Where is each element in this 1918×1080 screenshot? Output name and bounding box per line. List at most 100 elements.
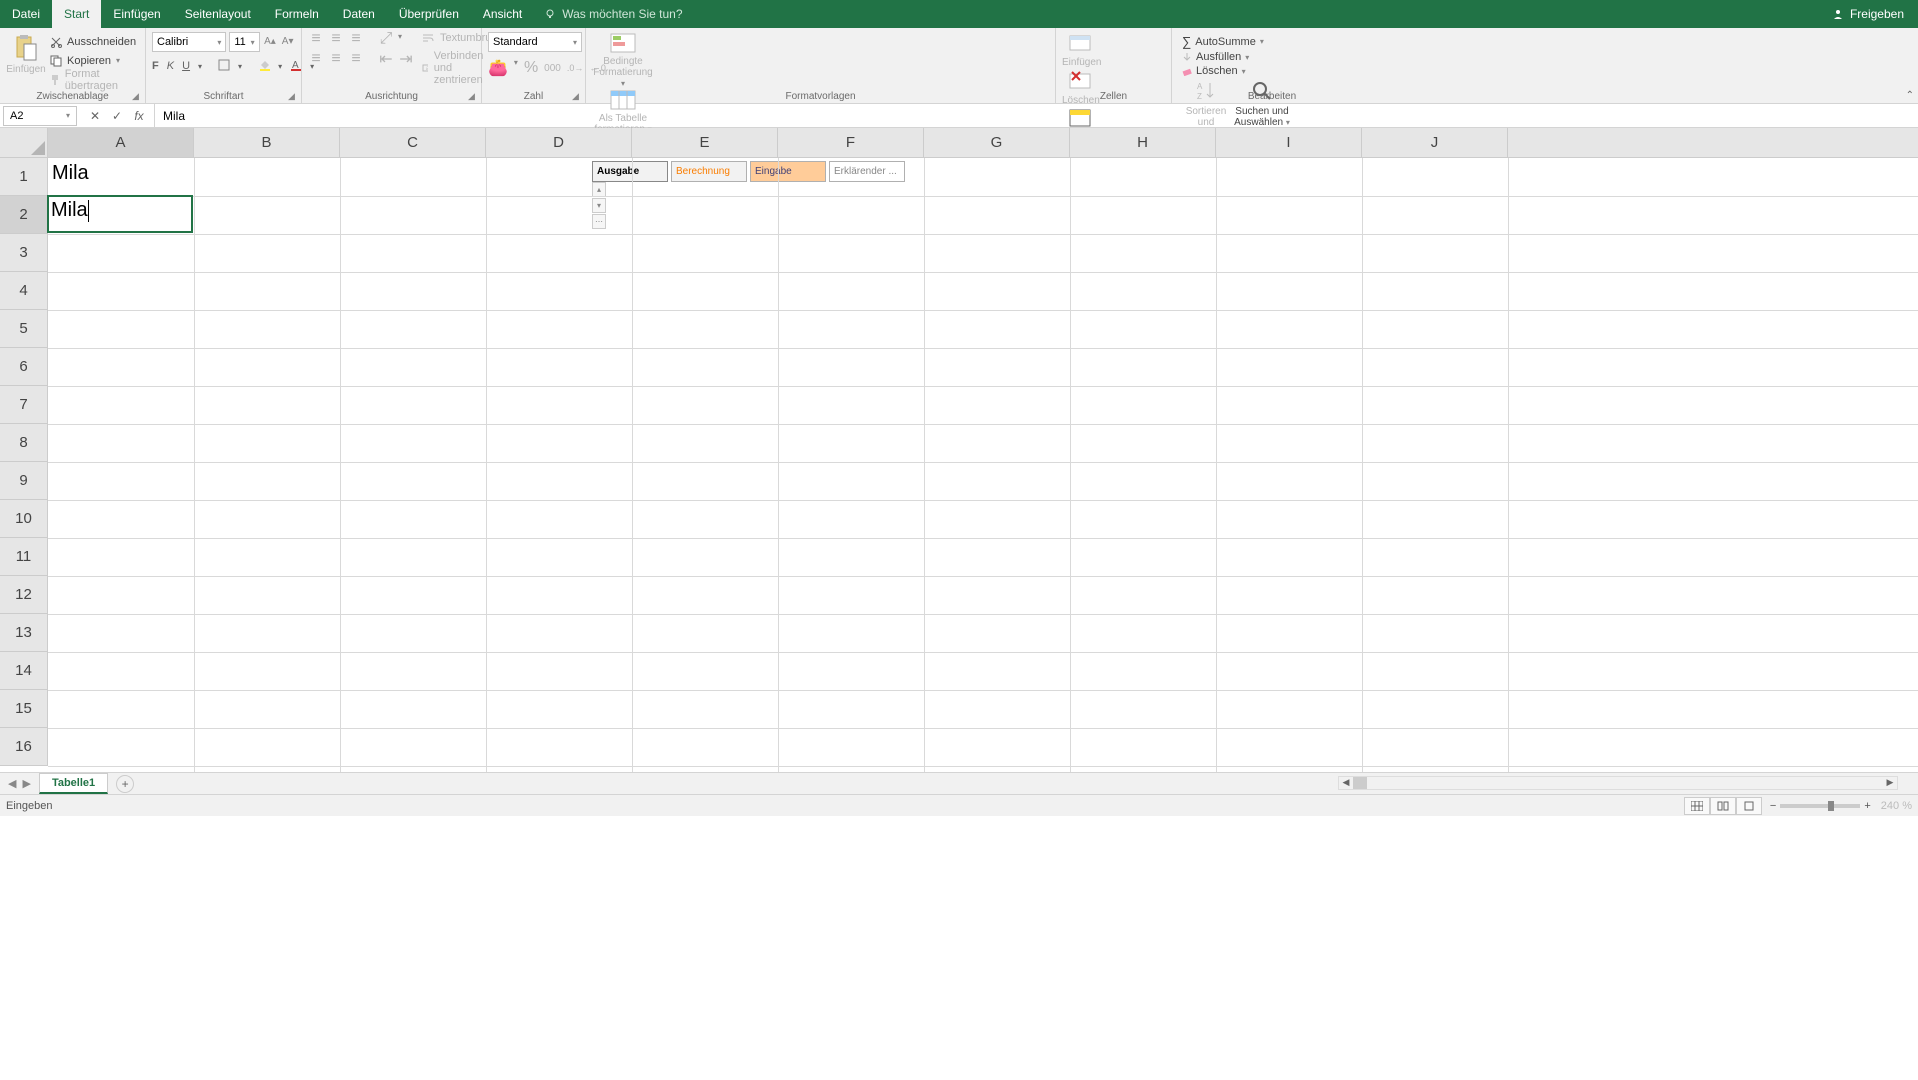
clear-button[interactable]: Löschen ▾ (1182, 65, 1362, 77)
tab-ansicht[interactable]: Ansicht (471, 0, 534, 28)
accounting-format-button[interactable]: 👛 (488, 58, 508, 78)
row-header-14[interactable]: 14 (0, 652, 47, 690)
view-page-layout-button[interactable] (1710, 797, 1736, 815)
decrease-indent-button[interactable]: ⇤ (378, 52, 394, 66)
column-header-H[interactable]: H (1070, 128, 1216, 157)
sheet-nav-next[interactable]: ▶ (22, 777, 30, 790)
view-normal-button[interactable] (1684, 797, 1710, 815)
decrease-font-button[interactable]: A▾ (280, 32, 295, 50)
column-header-C[interactable]: C (340, 128, 486, 157)
hscroll-right[interactable]: ▶ (1883, 777, 1897, 789)
view-page-break-button[interactable] (1736, 797, 1762, 815)
align-left-button[interactable]: ≡ (308, 52, 324, 66)
row-header-11[interactable]: 11 (0, 538, 47, 576)
sheet-nav-prev[interactable]: ◀ (8, 777, 16, 790)
row-header-2[interactable]: 2 (0, 196, 47, 234)
worksheet-grid[interactable]: ABCDEFGHIJ 12345678910111213141516 MilaM… (0, 128, 1918, 772)
alignment-launcher[interactable]: ◢ (468, 91, 478, 101)
insert-function-button[interactable]: fx (130, 109, 148, 123)
row-header-5[interactable]: 5 (0, 310, 47, 348)
scissors-icon (50, 36, 62, 48)
row-header-16[interactable]: 16 (0, 728, 47, 766)
collapse-ribbon-button[interactable]: ⌃ (1906, 90, 1914, 101)
row-headers[interactable]: 12345678910111213141516 (0, 158, 48, 766)
tab-ueberpruefen[interactable]: Überprüfen (387, 0, 471, 28)
row-header-8[interactable]: 8 (0, 424, 47, 462)
comma-format-button[interactable]: 000 (544, 58, 561, 78)
percent-format-button[interactable]: % (524, 58, 538, 78)
column-header-G[interactable]: G (924, 128, 1070, 157)
column-header-E[interactable]: E (632, 128, 778, 157)
paste-button[interactable]: Einfügen (6, 32, 46, 89)
tell-me-search[interactable]: Was möchten Sie tun? (544, 0, 682, 28)
number-launcher[interactable]: ◢ (572, 91, 582, 101)
conditional-formatting-button[interactable]: Bedingte Formatierung ▾ (592, 32, 654, 89)
row-header-12[interactable]: 12 (0, 576, 47, 614)
row-header-3[interactable]: 3 (0, 234, 47, 272)
share-button[interactable]: Freigeben (1818, 0, 1918, 28)
align-top-button[interactable]: ≡ (308, 32, 324, 46)
fill-color-button[interactable] (258, 59, 270, 74)
column-header-D[interactable]: D (486, 128, 632, 157)
zoom-in-button[interactable]: + (1864, 800, 1870, 812)
horizontal-scrollbar[interactable]: ◀ ▶ (1338, 776, 1898, 790)
italic-button[interactable]: K (167, 60, 174, 72)
underline-button[interactable]: U (182, 60, 190, 72)
row-header-15[interactable]: 15 (0, 690, 47, 728)
bold-button[interactable]: F (152, 60, 159, 72)
align-right-button[interactable]: ≡ (348, 52, 364, 66)
increase-indent-button[interactable]: ⇥ (398, 52, 414, 66)
align-middle-button[interactable]: ≡ (328, 32, 344, 46)
column-headers[interactable]: ABCDEFGHIJ (48, 128, 1918, 158)
zoom-slider[interactable] (1780, 804, 1860, 808)
autosum-button[interactable]: ∑AutoSumme ▾ (1182, 34, 1362, 49)
tab-datei[interactable]: Datei (0, 0, 52, 28)
name-box[interactable]: A2▾ (3, 106, 77, 126)
tab-seitenlayout[interactable]: Seitenlayout (173, 0, 263, 28)
zoom-out-button[interactable]: − (1770, 800, 1776, 812)
hscroll-thumb[interactable] (1353, 777, 1367, 789)
hscroll-left[interactable]: ◀ (1339, 777, 1353, 789)
row-header-1[interactable]: 1 (0, 158, 47, 196)
row-header-7[interactable]: 7 (0, 386, 47, 424)
cancel-edit-button[interactable]: ✕ (86, 109, 104, 123)
cut-button[interactable]: Ausschneiden (50, 33, 139, 51)
column-header-I[interactable]: I (1216, 128, 1362, 157)
increase-font-button[interactable]: A▴ (263, 32, 278, 50)
increase-decimal-button[interactable]: .0→ (567, 58, 584, 78)
orientation-button[interactable]: ⤢ (378, 32, 394, 46)
column-header-J[interactable]: J (1362, 128, 1508, 157)
cells-area[interactable]: MilaMila (48, 158, 1918, 772)
cells-insert-button[interactable]: Einfügen (1062, 30, 1098, 68)
add-sheet-button[interactable]: + (116, 775, 134, 793)
tab-start[interactable]: Start (52, 0, 101, 28)
number-format-combo[interactable]: Standard▾ (488, 32, 582, 52)
font-size-combo[interactable]: 11▾ (229, 32, 259, 52)
row-header-13[interactable]: 13 (0, 614, 47, 652)
tab-formeln[interactable]: Formeln (263, 0, 331, 28)
font-color-button[interactable]: A (290, 59, 302, 74)
clipboard-launcher[interactable]: ◢ (132, 91, 142, 101)
row-header-10[interactable]: 10 (0, 500, 47, 538)
select-all-corner[interactable] (0, 128, 48, 158)
zoom-percent[interactable]: 240 % (1881, 800, 1912, 812)
fill-button[interactable]: Ausfüllen ▾ (1182, 51, 1362, 63)
row-header-9[interactable]: 9 (0, 462, 47, 500)
cell-A1[interactable]: Mila (48, 158, 194, 196)
format-painter-button[interactable]: Format übertragen (50, 71, 139, 89)
font-name-combo[interactable]: Calibri▾ (152, 32, 226, 52)
row-header-6[interactable]: 6 (0, 348, 47, 386)
tab-einfuegen[interactable]: Einfügen (101, 0, 172, 28)
editing-cell[interactable]: Mila (47, 195, 193, 233)
font-launcher[interactable]: ◢ (288, 91, 298, 101)
borders-button[interactable] (218, 59, 230, 74)
row-header-4[interactable]: 4 (0, 272, 47, 310)
column-header-F[interactable]: F (778, 128, 924, 157)
tab-daten[interactable]: Daten (331, 0, 387, 28)
align-center-button[interactable]: ≡ (328, 52, 344, 66)
sheet-tab-active[interactable]: Tabelle1 (39, 773, 108, 794)
confirm-edit-button[interactable]: ✓ (108, 109, 126, 123)
align-bottom-button[interactable]: ≡ (348, 32, 364, 46)
column-header-A[interactable]: A (48, 128, 194, 157)
column-header-B[interactable]: B (194, 128, 340, 157)
